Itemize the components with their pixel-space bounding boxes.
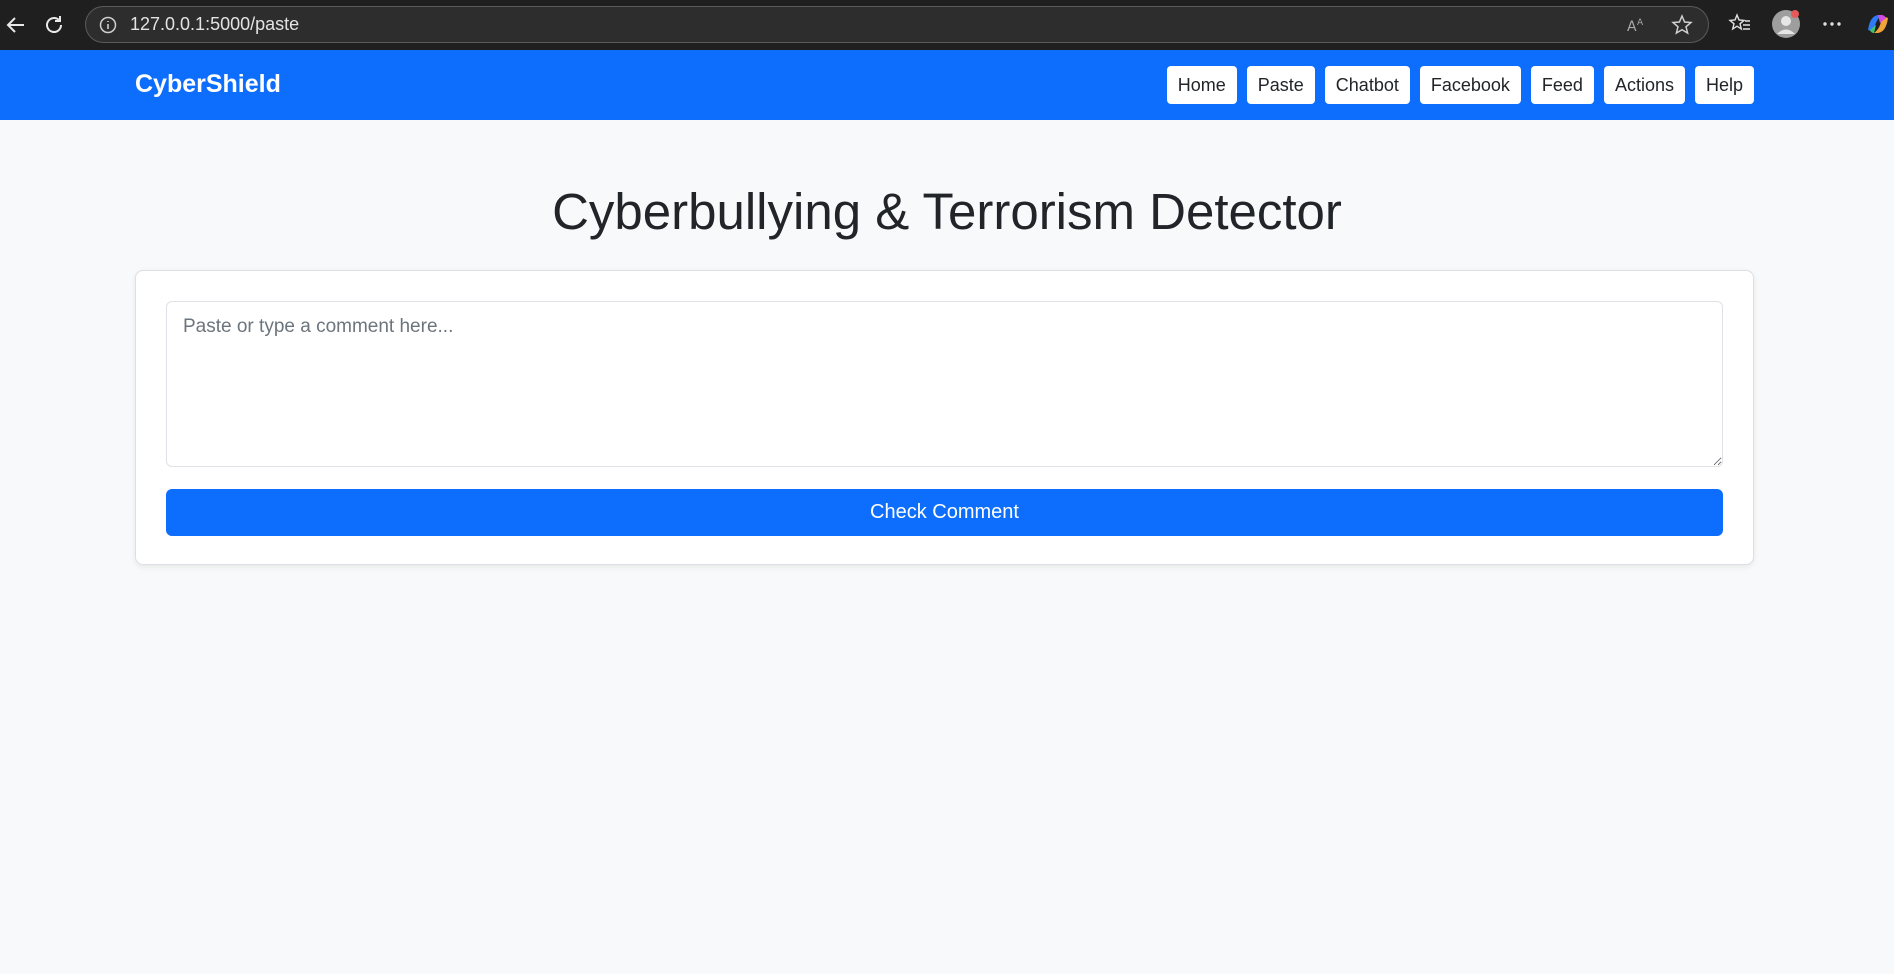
url-text[interactable]: 127.0.0.1:5000/paste — [130, 14, 299, 35]
nav-home-button[interactable]: Home — [1166, 66, 1237, 104]
favorites-icon — [1728, 13, 1750, 31]
more-menu-button[interactable] — [1816, 8, 1848, 40]
nav-paste-button[interactable]: Paste — [1246, 66, 1315, 104]
info-icon[interactable] — [98, 15, 118, 35]
favorite-star-icon[interactable] — [1670, 13, 1694, 37]
nav-links: Home Paste Chatbot Facebook Feed Actions… — [1166, 66, 1754, 104]
comment-input[interactable] — [166, 301, 1723, 467]
address-bar[interactable]: 127.0.0.1:5000/paste A A — [85, 6, 1709, 43]
profile-button[interactable] — [1770, 8, 1802, 40]
back-arrow-icon — [6, 17, 24, 33]
back-button[interactable] — [0, 9, 32, 41]
reload-icon — [46, 16, 62, 33]
site-navbar: CyberShield Home Paste Chatbot Facebook … — [0, 50, 1894, 120]
browser-toolbar: 127.0.0.1:5000/paste A A — [0, 0, 1894, 50]
read-aloud-icon[interactable]: A A — [1624, 13, 1648, 37]
favorites-button[interactable] — [1724, 8, 1756, 40]
nav-actions-button[interactable]: Actions — [1603, 66, 1685, 104]
nav-chatbot-button[interactable]: Chatbot — [1324, 66, 1410, 104]
check-comment-button[interactable]: Check Comment — [166, 489, 1723, 536]
nav-feed-button[interactable]: Feed — [1530, 66, 1594, 104]
reload-button[interactable] — [38, 9, 70, 41]
brand-logo[interactable]: CyberShield — [135, 70, 281, 99]
comment-card: Check Comment — [135, 270, 1754, 565]
more-menu-icon — [1823, 22, 1841, 26]
copilot-icon — [1868, 15, 1888, 33]
nav-facebook-button[interactable]: Facebook — [1419, 66, 1521, 104]
nav-help-button[interactable]: Help — [1694, 66, 1754, 104]
profile-avatar-icon — [1772, 10, 1800, 38]
svg-text:A: A — [1637, 18, 1644, 28]
svg-text:A: A — [1627, 19, 1637, 35]
copilot-button[interactable] — [1862, 8, 1894, 40]
page-title: Cyberbullying & Terrorism Detector — [552, 183, 1342, 240]
